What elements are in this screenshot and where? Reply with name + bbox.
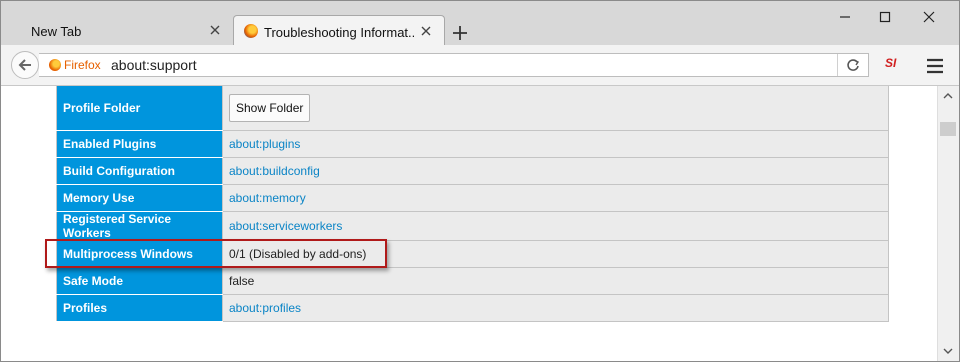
serviceworkers-link[interactable]: about:serviceworkers <box>229 219 342 233</box>
title-bar: New Tab Troubleshooting Informat... <box>1 1 959 45</box>
close-icon[interactable] <box>418 23 434 39</box>
table-row: Safe Mode false <box>56 266 889 295</box>
table-row: Profile Folder Show Folder <box>56 86 889 131</box>
scroll-up-arrow-icon[interactable] <box>941 89 955 103</box>
extension-label: SI <box>885 56 897 70</box>
plus-icon[interactable] <box>451 24 469 42</box>
row-key: Profile Folder <box>56 86 223 131</box>
profiles-link[interactable]: about:profiles <box>229 301 301 315</box>
table-row: Registered Service Workers about:service… <box>56 210 889 241</box>
scroll-down-arrow-icon[interactable] <box>941 344 955 358</box>
extension-button[interactable]: SI <box>885 56 896 70</box>
row-key: Enabled Plugins <box>56 129 223 158</box>
row-value: about:profiles <box>222 293 889 322</box>
site-identity[interactable]: Firefox <box>49 58 101 72</box>
row-key: Profiles <box>56 293 223 322</box>
back-button[interactable] <box>11 51 39 79</box>
vertical-scrollbar[interactable] <box>937 86 959 361</box>
row-value: about:plugins <box>222 129 889 158</box>
page-content: Profile Folder Show Folder Enabled Plugi… <box>1 86 937 361</box>
browser-window: New Tab Troubleshooting Informat... Fire… <box>0 0 960 362</box>
tab-label: New Tab <box>31 24 82 39</box>
row-key: Registered Service Workers <box>56 210 223 241</box>
reload-icon <box>847 59 860 71</box>
table-row: Memory Use about:memory <box>56 183 889 212</box>
row-value: about:buildconfig <box>222 156 889 185</box>
memory-link[interactable]: about:memory <box>229 191 306 205</box>
support-table: Profile Folder Show Folder Enabled Plugi… <box>56 86 889 322</box>
tab-troubleshooting[interactable]: Troubleshooting Informat... <box>233 15 445 45</box>
nav-toolbar: Firefox about:support <box>1 45 959 86</box>
table-row: Enabled Plugins about:plugins <box>56 129 889 158</box>
url-text[interactable]: about:support <box>111 57 197 73</box>
firefox-icon <box>244 24 258 38</box>
identity-label: Firefox <box>64 58 101 72</box>
row-key: Safe Mode <box>56 266 223 295</box>
row-value: Show Folder <box>222 86 889 131</box>
row-key: Memory Use <box>56 183 223 212</box>
plugins-link[interactable]: about:plugins <box>229 137 300 151</box>
table-row: Profiles about:profiles <box>56 293 889 322</box>
show-folder-button[interactable]: Show Folder <box>229 93 311 122</box>
row-value: about:memory <box>222 183 889 212</box>
table-row: Build Configuration about:buildconfig <box>56 156 889 185</box>
close-icon[interactable] <box>915 5 943 29</box>
buildconfig-link[interactable]: about:buildconfig <box>229 164 320 178</box>
maximize-icon[interactable] <box>871 5 899 29</box>
scrollbar-thumb[interactable] <box>940 122 956 136</box>
reload-button[interactable] <box>837 54 868 76</box>
back-arrow-icon <box>18 59 31 71</box>
row-key: Build Configuration <box>56 156 223 185</box>
tab-label: Troubleshooting Informat... <box>264 25 414 40</box>
firefox-icon <box>49 59 61 71</box>
tab-new-tab[interactable]: New Tab <box>21 15 227 45</box>
row-value: false <box>222 266 889 295</box>
highlight-annotation <box>45 239 387 268</box>
minimize-icon[interactable] <box>831 5 859 29</box>
url-bar[interactable]: Firefox about:support <box>39 53 869 77</box>
close-icon[interactable] <box>207 22 223 38</box>
row-value: about:serviceworkers <box>222 210 889 241</box>
hamburger-menu-icon[interactable] <box>925 57 945 75</box>
